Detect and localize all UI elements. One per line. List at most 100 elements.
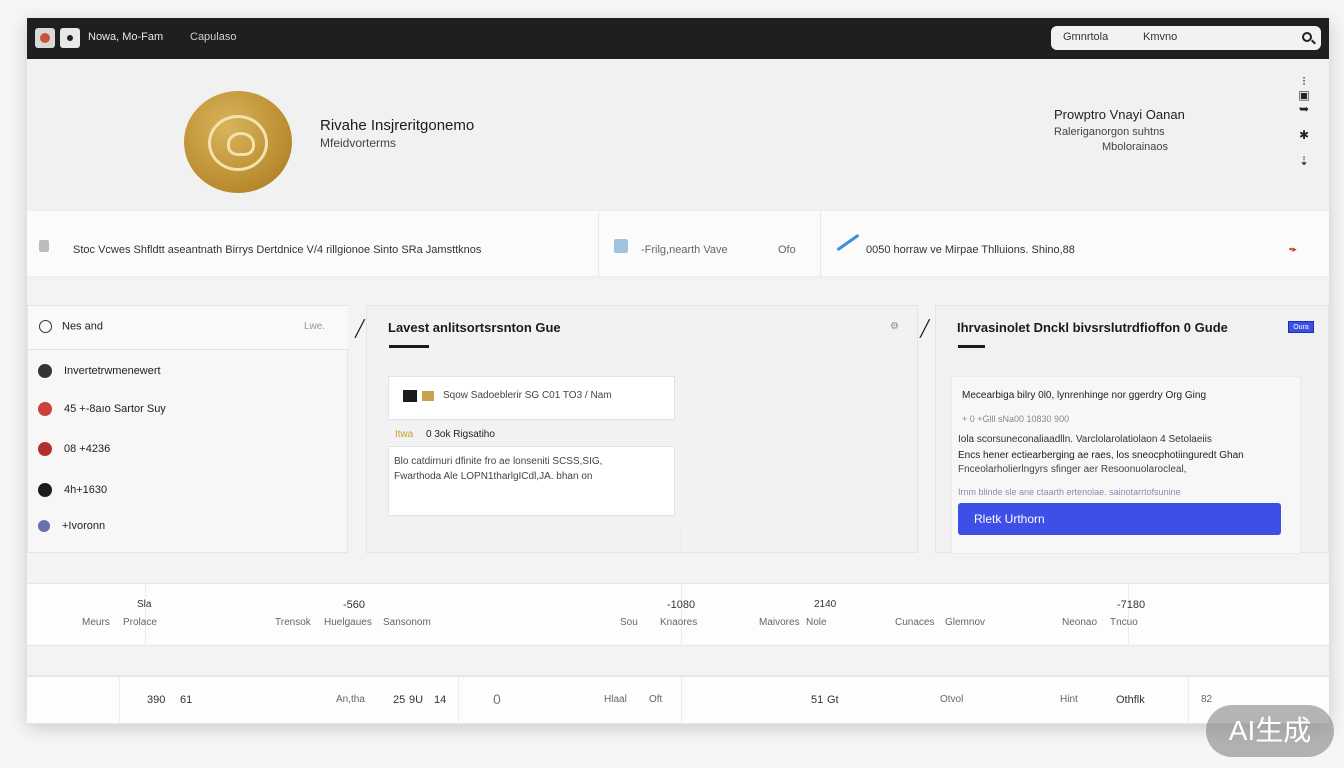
table-cell: Othflk xyxy=(1116,694,1145,706)
analysis-panel: ╱ Lavest anlitsortsrsnton Gue ⚙ Sqow Sad… xyxy=(355,305,918,554)
table-cell: 82 xyxy=(1201,694,1213,705)
highlight-prefix: Itwa xyxy=(395,429,414,440)
list-item[interactable]: 08 +4236 xyxy=(38,442,110,456)
app-logo-icon[interactable] xyxy=(35,28,55,48)
settings-icon[interactable]: ⚙ xyxy=(890,321,899,332)
stats-segment: Ofo xyxy=(778,244,796,256)
search-query[interactable]: Kmvno xyxy=(1143,31,1177,43)
search-scope[interactable]: Gmnrtola xyxy=(1063,31,1108,43)
profile-medal-icon xyxy=(184,91,292,193)
app-window: Nowa, Mo-Fam Capulaso Gmnrtola Kmvno Riv… xyxy=(27,18,1329,724)
profile-right-line: Raleriganorgon suhtns xyxy=(1054,126,1165,138)
table-cell: Oft xyxy=(649,694,663,705)
guide-line: Irnm blinde sle ane ctaarth ertenolae. s… xyxy=(958,487,1181,497)
return-button[interactable]: Rletk Urthorn xyxy=(958,503,1281,535)
table-cell: 2140 xyxy=(814,599,837,610)
table-cell: -1080 xyxy=(667,599,696,611)
list-item[interactable]: +Ivoronn xyxy=(38,520,105,533)
share-icon[interactable]: ➥ xyxy=(1297,102,1311,116)
table-cell: Gt xyxy=(827,694,839,706)
table-cell: Maivores xyxy=(759,617,800,628)
stats-segment: Stoc Vcwes Shfldtt aseantnath Birrys Der… xyxy=(73,244,482,256)
more-options-icon[interactable]: ⁝▣ xyxy=(1297,74,1311,102)
card-line: Fwarthoda Ale LOPN1tharlgICdl,JA. bhan o… xyxy=(394,471,593,482)
chart-icon xyxy=(614,239,628,253)
table-cell: 9U xyxy=(409,694,424,706)
window-subtitle[interactable]: Capulaso xyxy=(190,31,236,43)
table-cell: Knaores xyxy=(660,617,698,628)
image-icon xyxy=(403,390,417,402)
ai-generated-watermark: AI生成 xyxy=(1206,705,1334,757)
item-icon xyxy=(38,364,52,378)
stats-table-row: 390 61 An,tha 25 9U 14 0 Hlaal Oft 51 Gt… xyxy=(27,676,1329,724)
search-input[interactable]: Gmnrtola Kmvno xyxy=(1051,26,1321,50)
new-badge: Oura xyxy=(1288,321,1314,333)
highlight-text: 0 3ok Rigsatiho xyxy=(426,429,495,440)
window-title: Nowa, Mo-Fam xyxy=(88,31,164,43)
globe-icon xyxy=(39,320,52,333)
guide-card: Mecearbiga bilry 0l0, lynrenhinge nor gg… xyxy=(951,376,1301,554)
profile-right-line: Mbolorainaos xyxy=(1102,141,1169,153)
table-cell: 14 xyxy=(434,694,447,706)
stats-table: Sla -560 -1080 2140 -7180 Meurs Prolace … xyxy=(27,583,1329,647)
bookmark-icon xyxy=(39,240,49,252)
table-cell: An,tha xyxy=(336,694,365,705)
item-icon xyxy=(38,402,52,416)
item-icon xyxy=(38,442,52,456)
guide-line: + 0 +Glll sNa00 10830 900 xyxy=(962,414,1070,424)
table-cell: 51 xyxy=(811,694,824,706)
table-cell: Cunaces xyxy=(895,617,935,628)
card-line: Blo catdirnuri dfinite fro ae lonseniti … xyxy=(394,456,603,467)
guide-panel: ╱ Ihrvasinolet Dnckl bivsrslutrdfioffon … xyxy=(920,305,1329,554)
table-cell: Glemnov xyxy=(945,617,986,628)
edit-icon[interactable]: ╱ xyxy=(920,319,930,339)
table-cell: Sou xyxy=(620,617,638,628)
detail-card[interactable]: Blo catdirnuri dfinite fro ae lonseniti … xyxy=(388,446,675,516)
table-cell: Sansonom xyxy=(383,617,431,628)
table-cell: Sla xyxy=(137,599,152,610)
news-panel: Nes and Lwe. Invertetrwmenewert 45 +-8aı… xyxy=(27,305,348,553)
stats-strip: Stoc Vcwes Shfldtt aseantnath Birrys Der… xyxy=(27,210,1329,278)
table-cell: Prolace xyxy=(123,617,157,628)
guide-line: Iola scorsuneconaliaadlln. Varclolarolat… xyxy=(958,434,1212,445)
edit-icon[interactable]: ╱ xyxy=(355,319,365,339)
stats-segment: 0050 horraw ve Mirpae Thlluions. Shino,8… xyxy=(866,244,1075,256)
guide-panel-title: Ihrvasinolet Dnckl bivsrslutrdfioffon 0 … xyxy=(957,320,1228,335)
news-panel-hint[interactable]: Lwe. xyxy=(304,321,325,332)
table-cell: 0 xyxy=(493,691,501,707)
list-item[interactable]: Invertetrwmenewert xyxy=(38,364,161,378)
download-icon[interactable]: ⇣ xyxy=(1297,154,1311,168)
analysis-panel-title: Lavest anlitsortsrsnton Gue xyxy=(388,320,561,335)
expand-icon[interactable]: ▪▸ xyxy=(1289,244,1297,255)
news-panel-title: Nes and xyxy=(62,320,103,333)
table-cell: 25 xyxy=(393,694,406,706)
table-cell: 61 xyxy=(180,694,193,706)
trend-icon xyxy=(836,233,860,252)
table-cell: Tncuo xyxy=(1110,617,1138,628)
item-icon xyxy=(38,483,52,497)
link-icon[interactable]: ✱ xyxy=(1297,128,1311,142)
table-cell: Trensok xyxy=(275,617,311,628)
profile-name: Rivahe Insjreritgonemo xyxy=(320,117,475,134)
guide-line: Encs hener ectiearberging ae raes, los s… xyxy=(958,450,1244,461)
table-cell: Meurs xyxy=(82,617,110,628)
list-item[interactable]: 4h+1630 xyxy=(38,483,107,497)
record-icon[interactable] xyxy=(60,28,80,48)
profile-tagline: Mfeidvorterms xyxy=(320,136,397,150)
table-cell: Hlaal xyxy=(604,694,627,705)
table-cell: Otvol xyxy=(940,694,964,705)
item-icon xyxy=(38,520,50,533)
folder-icon xyxy=(422,391,434,401)
guide-line: Fnceolarholierlngyrs sfinger aer Resoonu… xyxy=(958,464,1187,475)
table-cell: 390 xyxy=(147,694,166,706)
table-cell: Huelgaues xyxy=(324,617,372,628)
table-cell: Hint xyxy=(1060,694,1078,705)
table-cell: -7180 xyxy=(1117,599,1146,611)
search-icon[interactable] xyxy=(1302,32,1312,42)
table-cell: Nole xyxy=(806,617,827,628)
info-card[interactable]: Sqow Sadoeblerir SG C01 TO3 / Nam xyxy=(388,376,675,420)
guide-line: Mecearbiga bilry 0l0, lynrenhinge nor gg… xyxy=(962,390,1207,401)
list-item[interactable]: 45 +-8aıo Sartor Suy xyxy=(38,402,166,416)
table-cell: Neonao xyxy=(1062,617,1098,628)
stats-segment: -Frilg,nearth Vave xyxy=(641,244,728,256)
